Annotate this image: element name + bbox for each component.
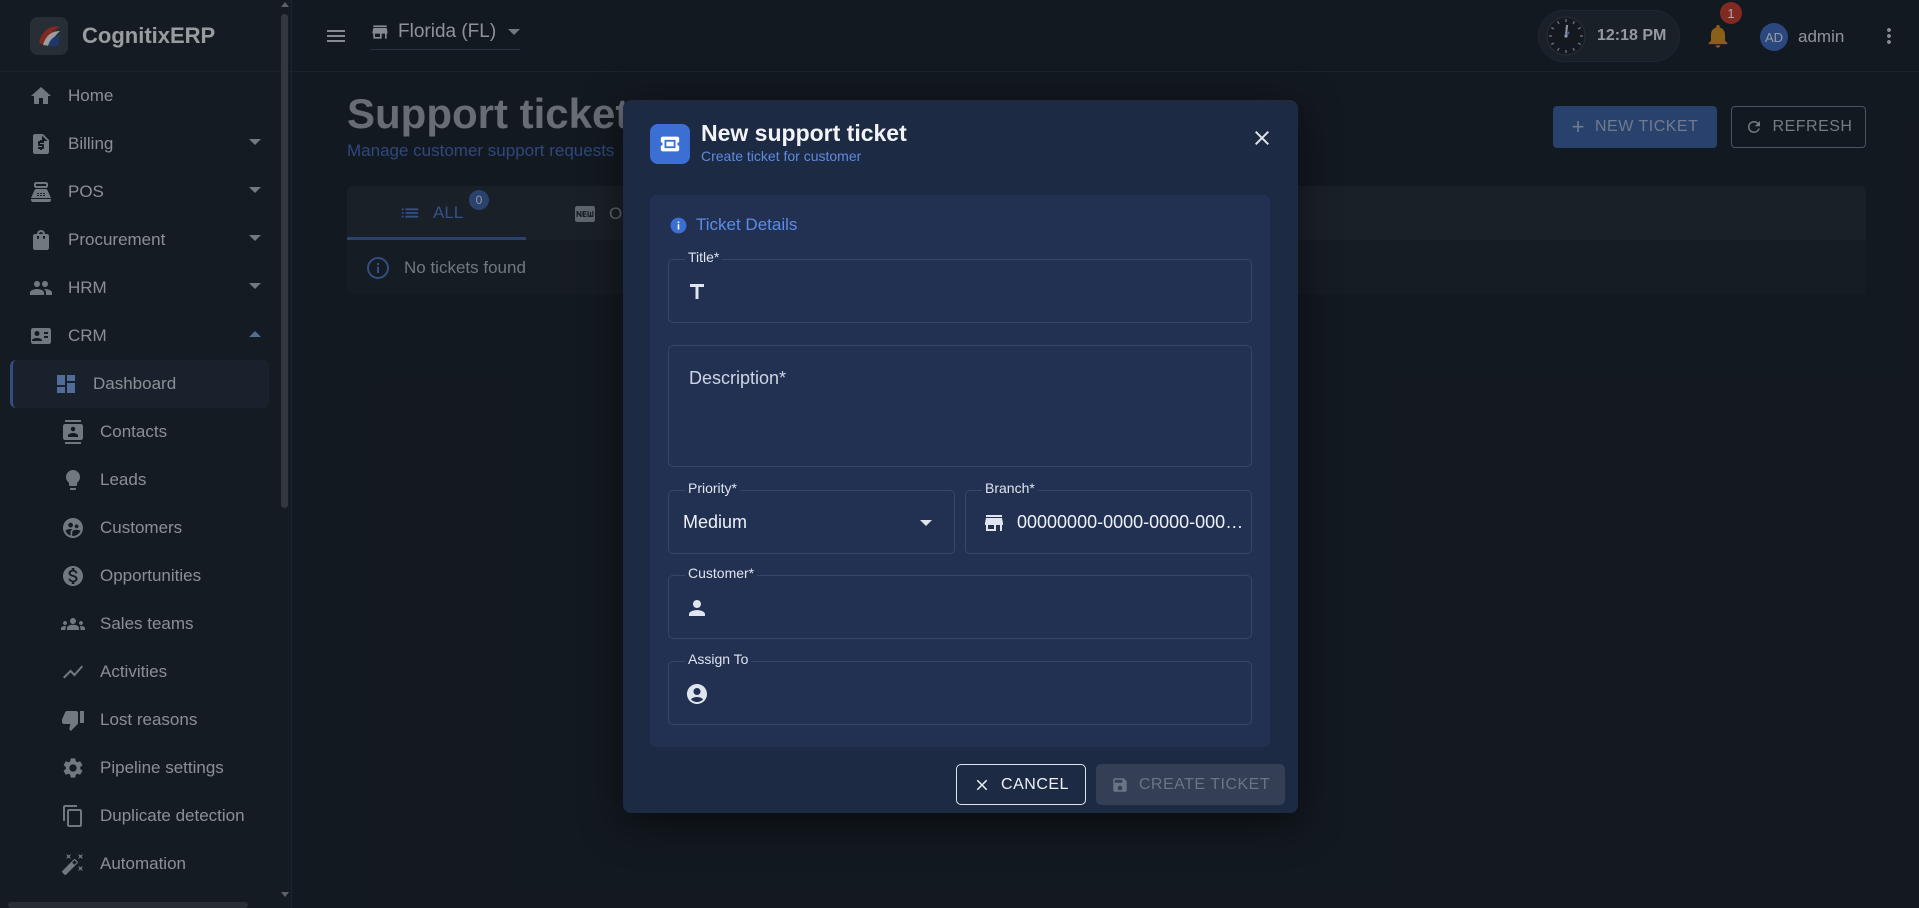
title-field[interactable]: Title* xyxy=(668,249,1252,323)
person-icon xyxy=(685,596,709,620)
cancel-button[interactable]: CANCEL xyxy=(956,764,1086,805)
close-icon xyxy=(976,779,988,790)
create-ticket-button[interactable]: CREATE TICKET xyxy=(1096,764,1285,805)
customer-label: Customer* xyxy=(685,565,758,581)
section-title: Ticket Details xyxy=(669,215,797,235)
assign-to-field[interactable]: Assign To xyxy=(668,651,1252,725)
new-ticket-dialog: New support ticket Create ticket for cus… xyxy=(623,100,1298,813)
store-icon xyxy=(982,511,1006,535)
priority-select[interactable]: Priority* Medium xyxy=(668,480,955,554)
ticket-details-section: Ticket Details Title* Description* Prior… xyxy=(650,195,1270,747)
info-icon xyxy=(670,217,687,233)
close-icon xyxy=(1255,131,1269,145)
create-ticket-label: CREATE TICKET xyxy=(1138,775,1271,793)
dialog-subtitle: Create ticket for customer xyxy=(701,148,862,164)
account-circle-icon xyxy=(685,682,709,706)
assign-label: Assign To xyxy=(685,651,752,667)
dialog-title: New support ticket xyxy=(701,120,907,146)
chevron-down-icon xyxy=(920,520,932,526)
ticket-icon xyxy=(650,124,690,164)
cancel-label: CANCEL xyxy=(1001,775,1069,793)
save-icon xyxy=(1113,777,1127,792)
priority-value: Medium xyxy=(683,512,748,532)
customer-field[interactable]: Customer* xyxy=(668,565,1252,639)
branch-value: 00000000-0000-0000-0000-000000000000 xyxy=(1017,512,1245,532)
title-label: Title* xyxy=(685,249,723,265)
section-title-label: Ticket Details xyxy=(696,215,798,234)
description-placeholder: Description* xyxy=(689,368,787,388)
branch-field[interactable]: Branch* 00000000-0000-0000-0000-00000000… xyxy=(965,480,1252,554)
priority-label: Priority* xyxy=(685,480,741,496)
description-field[interactable]: Description* xyxy=(668,345,1252,467)
branch-label: Branch* xyxy=(982,480,1038,496)
text-format-icon xyxy=(685,280,709,304)
close-button[interactable] xyxy=(1250,126,1274,150)
